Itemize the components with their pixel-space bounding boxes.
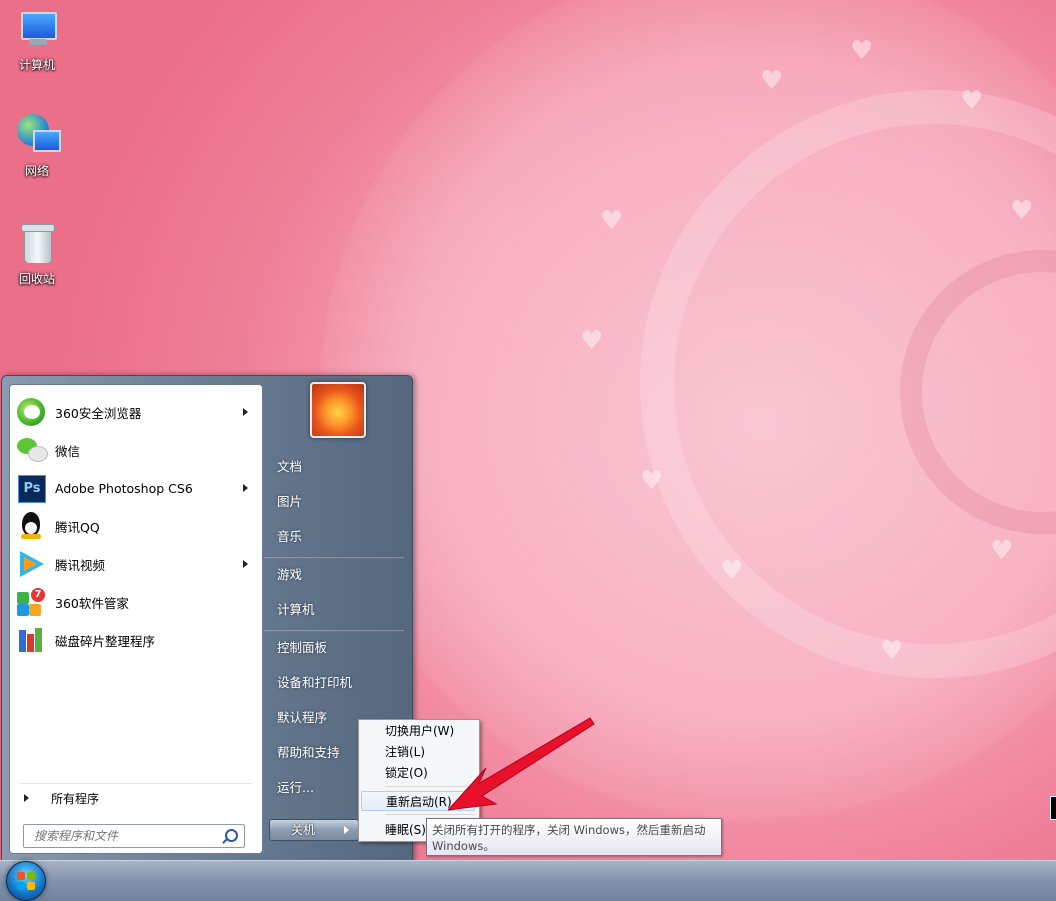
program-item-disk-defragmenter[interactable]: 磁盘碎片整理程序 <box>12 622 260 658</box>
submenu-arrow-icon <box>243 560 248 568</box>
program-item-360-browser[interactable]: 360安全浏览器 <box>12 394 260 430</box>
heart-decoration: ♥ <box>640 466 664 496</box>
360-browser-icon <box>15 396 47 428</box>
chevron-right-icon <box>344 826 349 834</box>
program-item-photoshop[interactable]: Ps Adobe Photoshop CS6 <box>12 470 260 506</box>
restart-tooltip: 关闭所有打开的程序，关闭 Windows，然后重新启动 Windows。 <box>426 818 722 856</box>
right-item-music[interactable]: 音乐 <box>269 522 407 552</box>
start-menu: 360安全浏览器 微信 Ps Adobe Photoshop CS6 腾讯QQ <box>1 375 413 862</box>
right-item-games[interactable]: 游戏 <box>269 560 407 590</box>
right-item-control-panel[interactable]: 控制面板 <box>269 633 407 663</box>
tooltip-line: 关闭所有打开的程序，关闭 Windows，然后重新启动 <box>432 823 706 837</box>
mouse-cursor-icon <box>1050 796 1056 820</box>
disk-defragmenter-icon <box>15 624 47 656</box>
recycle-bin-icon <box>15 222 59 266</box>
heart-decoration: ♥ <box>580 326 604 356</box>
search-icon[interactable] <box>225 829 238 842</box>
tooltip-line: Windows。 <box>432 839 495 853</box>
desktop-icon-label: 回收站 <box>18 272 55 286</box>
heart-decoration: ♥ <box>720 556 744 586</box>
network-icon <box>15 114 61 158</box>
user-avatar[interactable] <box>310 382 366 438</box>
chevron-right-icon <box>24 794 29 802</box>
photoshop-icon: Ps <box>15 472 47 504</box>
computer-icon <box>15 8 59 52</box>
right-item-documents[interactable]: 文档 <box>269 452 407 482</box>
submenu-arrow-icon <box>243 408 248 416</box>
start-menu-programs-pane: 360安全浏览器 微信 Ps Adobe Photoshop CS6 腾讯QQ <box>9 384 263 854</box>
360-software-manager-icon: 7 <box>15 586 47 618</box>
windows-logo-icon <box>17 872 35 890</box>
search-input[interactable] <box>32 825 226 847</box>
program-label: 腾讯QQ <box>55 519 100 535</box>
desktop-icon-recycle-bin[interactable]: 回收站 <box>5 222 69 287</box>
wechat-icon <box>15 434 48 466</box>
heart-decoration: ♥ <box>1010 196 1034 226</box>
all-programs-item[interactable]: 所有程序 <box>20 783 252 812</box>
submenu-arrow-icon <box>243 484 248 492</box>
right-item-devices-printers[interactable]: 设备和打印机 <box>269 668 407 698</box>
program-label: 微信 <box>55 443 81 459</box>
menu-separator <box>264 630 404 632</box>
program-label: 360安全浏览器 <box>55 405 142 421</box>
program-item-tencent-video[interactable]: 腾讯视频 <box>12 546 260 582</box>
desktop-icon-network[interactable]: 网络 <box>5 114 69 179</box>
tencent-video-icon <box>15 548 47 580</box>
menu-separator <box>264 557 404 559</box>
program-label: 腾讯视频 <box>55 557 106 573</box>
heart-decoration: ♥ <box>600 206 624 236</box>
all-programs-label: 所有程序 <box>51 791 100 806</box>
program-item-wechat[interactable]: 微信 <box>12 432 260 468</box>
right-item-pictures[interactable]: 图片 <box>269 487 407 517</box>
qq-icon <box>15 510 47 542</box>
desktop-icon-label: 计算机 <box>18 58 55 72</box>
start-search-box[interactable] <box>23 824 245 848</box>
heart-decoration: ♥ <box>760 66 784 96</box>
program-label: 磁盘碎片整理程序 <box>55 633 156 649</box>
shutdown-button[interactable]: 关机 <box>269 819 337 841</box>
program-item-qq[interactable]: 腾讯QQ <box>12 508 260 544</box>
desktop-icon-label: 网络 <box>24 164 49 178</box>
desktop-icon-computer[interactable]: 计算机 <box>5 8 69 73</box>
red-arrow-annotation-icon <box>448 717 595 811</box>
heart-decoration: ♥ <box>850 36 874 66</box>
program-label: Adobe Photoshop CS6 <box>55 480 193 496</box>
right-item-computer[interactable]: 计算机 <box>269 595 407 625</box>
heart-decoration: ♥ <box>990 536 1014 566</box>
taskbar <box>0 860 1056 901</box>
shutdown-options-button[interactable] <box>336 819 359 841</box>
notification-badge: 7 <box>31 588 45 602</box>
program-item-360-software-manager[interactable]: 7 360软件管家 <box>12 584 260 620</box>
program-label: 360软件管家 <box>55 595 129 611</box>
heart-decoration: ♥ <box>880 636 904 666</box>
heart-decoration: ♥ <box>960 86 984 116</box>
start-button[interactable] <box>6 861 46 901</box>
